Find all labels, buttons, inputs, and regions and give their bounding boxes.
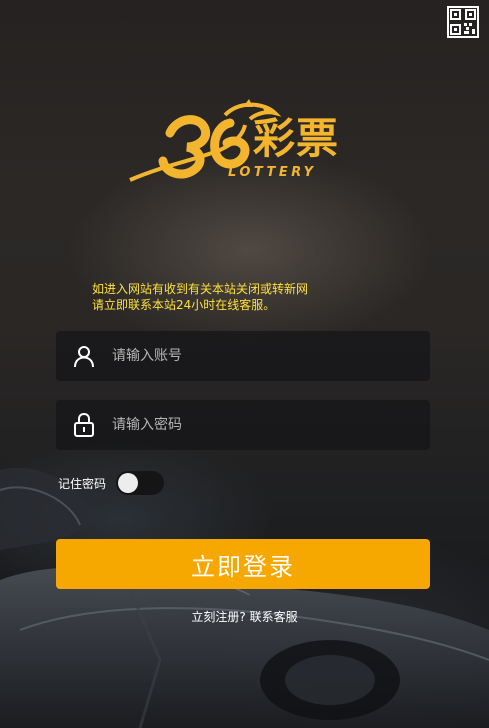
remember-password-toggle[interactable] — [116, 471, 165, 495]
notice-line-2: 请立即联系本站24小时在线客服。 — [92, 298, 276, 312]
password-input[interactable] — [112, 400, 430, 450]
login-button[interactable]: 立即登录 — [56, 539, 430, 589]
account-input[interactable] — [112, 331, 430, 381]
contact-support-link[interactable]: 联系客服 — [250, 610, 298, 624]
notice-text: 如进入网站有收到有关本站关闭或转新网 请立即联系本站24小时在线客服。 — [92, 281, 352, 313]
remember-password-row: 记住密码 — [58, 471, 165, 495]
register-link[interactable]: 立刻注册? — [191, 610, 245, 624]
toggle-knob — [118, 473, 139, 493]
notice-line-1: 如进入网站有收到有关本站关闭或转新网 — [92, 282, 309, 296]
remember-password-label: 记住密码 — [58, 476, 107, 491]
user-icon — [56, 344, 112, 368]
account-field[interactable] — [56, 331, 430, 381]
logo-chinese-text: 彩票 — [253, 114, 340, 163]
password-field[interactable] — [56, 400, 430, 450]
lock-icon — [56, 412, 112, 438]
bottom-links: 立刻注册? 联系客服 — [0, 608, 489, 625]
qr-code-icon — [447, 6, 479, 38]
qr-code-button[interactable] — [447, 6, 479, 38]
logo-english-text: LOTTERY — [228, 165, 317, 180]
